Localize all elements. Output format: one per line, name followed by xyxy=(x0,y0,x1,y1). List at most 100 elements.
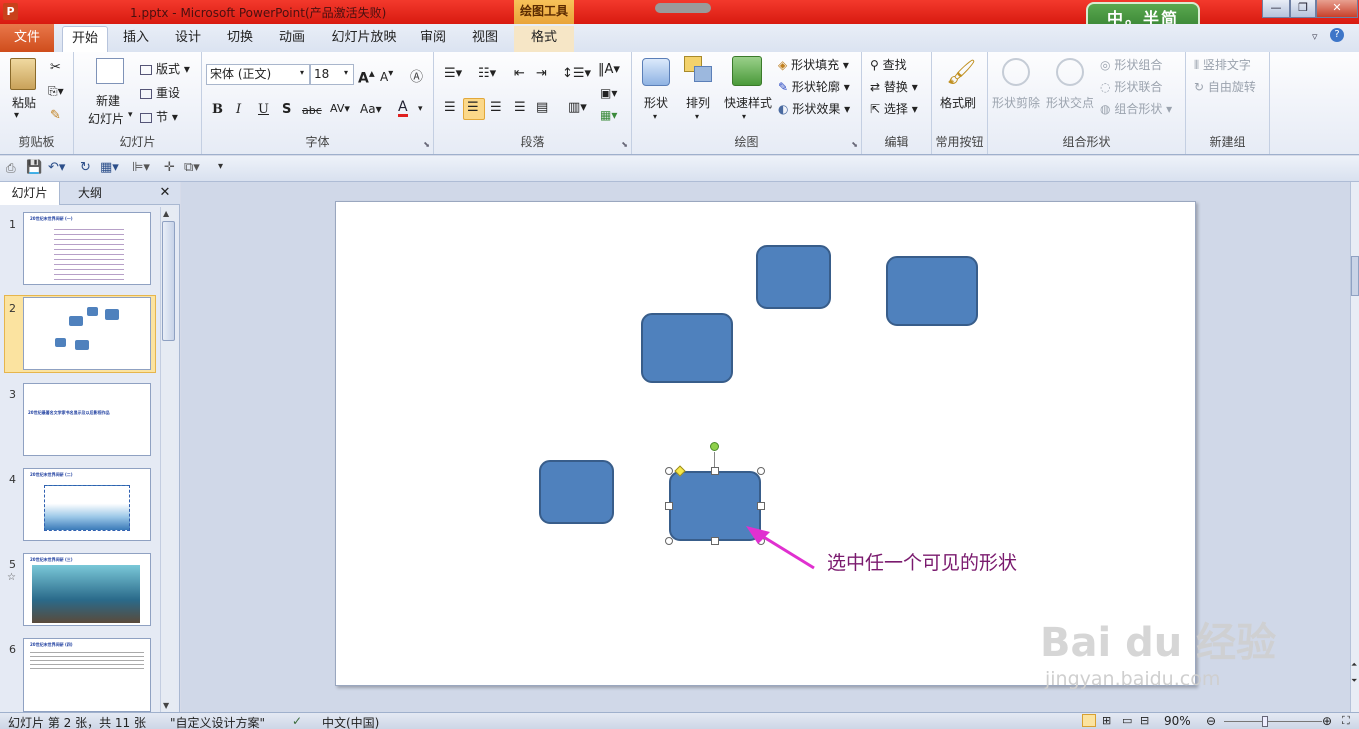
paste-button[interactable]: 粘贴 xyxy=(12,94,36,111)
align-right-icon[interactable]: ☰ xyxy=(490,100,502,115)
tab-outline-panel[interactable]: 大纲 xyxy=(60,182,120,205)
next-slide-icon[interactable]: ⏷ xyxy=(1351,676,1357,686)
align-left-icon[interactable]: ☰ xyxy=(444,100,456,115)
decrease-indent-icon[interactable]: ⇤ xyxy=(514,66,525,81)
clear-format-icon[interactable]: Ⓐ xyxy=(410,66,423,85)
zoom-level[interactable]: 90% xyxy=(1164,714,1191,728)
panel-scrollbar[interactable]: ▲ ▼ xyxy=(160,207,176,712)
restore-button[interactable]: ❐ xyxy=(1290,0,1316,18)
combine-shapes-button[interactable]: ◍ 组合形状 ▾ xyxy=(1100,100,1172,117)
tab-view[interactable]: 视图 xyxy=(464,26,506,52)
tab-slideshow[interactable]: 幻灯片放映 xyxy=(326,26,402,52)
undo-icon[interactable]: ↶▾ xyxy=(48,160,65,175)
shrink-font-icon[interactable]: A▾ xyxy=(380,68,393,84)
close-button[interactable]: ✕ xyxy=(1316,0,1358,18)
paragraph-dialog-launcher-icon[interactable]: ⬊ xyxy=(621,140,628,149)
customize-qat-icon[interactable]: ▾ xyxy=(218,161,223,172)
language-indicator[interactable]: 中文(中国) xyxy=(322,714,379,729)
vertical-text-button[interactable]: ⫴ 竖排文字 xyxy=(1194,56,1251,73)
format-painter-button[interactable]: 格式刷 xyxy=(940,94,976,111)
resize-handle-e[interactable] xyxy=(757,502,765,510)
panel-scroll-thumb[interactable] xyxy=(162,221,175,341)
slide-thumbnail-1[interactable]: 20世纪末世界间研 (一) xyxy=(23,212,151,285)
resize-handle-ne[interactable] xyxy=(757,467,765,475)
slide-thumbnail-5[interactable]: 20世纪末世界间研 (三) xyxy=(23,553,151,626)
line-spacing-icon[interactable]: ↕☰▾ xyxy=(562,66,591,81)
strikethrough-icon[interactable]: abc xyxy=(302,104,322,117)
arrange-button[interactable]: 排列 xyxy=(686,94,710,111)
minimize-button[interactable]: — xyxy=(1262,0,1290,18)
select-button[interactable]: ⇱ 选择 ▾ xyxy=(870,100,918,117)
resize-handle-nw[interactable] xyxy=(665,467,673,475)
help-icon[interactable]: ? xyxy=(1330,28,1344,42)
slide-vertical-scrollbar[interactable]: ⏶ ⏷ xyxy=(1350,182,1359,712)
slide-thumbnail-3[interactable]: 20世纪最著名文学家书名显示及以后影视作品 xyxy=(23,383,151,456)
tab-home[interactable]: 开始 xyxy=(62,26,108,52)
replace-button[interactable]: ⇄ 替换 ▾ xyxy=(870,78,918,95)
format-painter-small-icon[interactable]: ✎ xyxy=(50,108,61,123)
auto-rotate-button[interactable]: ↻ 自由旋转 xyxy=(1194,78,1256,95)
resize-handle-s[interactable] xyxy=(711,537,719,545)
shapes-button[interactable]: 形状 xyxy=(644,94,668,111)
slide-thumbnail-6[interactable]: 20世纪末世界间研 (四) xyxy=(23,638,151,712)
save-icon[interactable]: 💾 xyxy=(26,160,42,175)
tab-slides-panel[interactable]: 幻灯片 xyxy=(0,182,60,205)
group-objects-icon[interactable]: ⧉▾ xyxy=(184,160,200,175)
fit-to-window-icon[interactable]: ⛶ xyxy=(1342,714,1350,728)
rounded-rectangle-shape[interactable] xyxy=(539,460,614,524)
new-slide-button-line2[interactable]: 幻灯片 xyxy=(88,110,124,127)
bullets-icon[interactable]: ☰▾ xyxy=(444,66,462,81)
copy-icon[interactable]: ⎘▾ xyxy=(48,84,64,99)
tab-transitions[interactable]: 切换 xyxy=(218,26,262,52)
layout-button[interactable]: 版式 ▾ xyxy=(140,60,190,77)
section-button[interactable]: 节 ▾ xyxy=(140,108,178,125)
align-text-icon[interactable]: ▣▾ xyxy=(600,86,617,100)
rounded-rectangle-shape[interactable] xyxy=(756,245,831,309)
powerpoint-app-icon[interactable]: P xyxy=(3,3,18,20)
increase-indent-icon[interactable]: ⇥ xyxy=(536,66,547,81)
change-case-icon[interactable]: Aa▾ xyxy=(360,102,382,116)
shadow-icon[interactable]: S xyxy=(282,102,291,117)
zoom-slider-thumb[interactable] xyxy=(1262,716,1268,727)
shape-combine-button[interactable]: ◌ 形状联合 xyxy=(1100,78,1162,95)
bold-icon[interactable]: B xyxy=(212,102,223,117)
tab-review[interactable]: 审阅 xyxy=(412,26,454,52)
drawing-dialog-launcher-icon[interactable]: ⬊ xyxy=(851,140,858,149)
resize-handle-w[interactable] xyxy=(665,502,673,510)
slideshow-view-icon[interactable]: ⊟ xyxy=(1140,714,1149,727)
shape-effects-button[interactable]: ◐ 形状效果 ▾ xyxy=(778,100,850,117)
slide-thumbnail-4[interactable]: 20世纪末世界间研 (二) xyxy=(23,468,151,541)
slide-thumbnail-2[interactable] xyxy=(23,297,151,370)
find-button[interactable]: ⚲ 查找 xyxy=(870,56,907,73)
quick-styles-button[interactable]: 快速样式 xyxy=(724,94,772,111)
resize-handle-sw[interactable] xyxy=(665,537,673,545)
print-preview-icon[interactable]: ⎙ xyxy=(6,161,16,176)
tab-animations[interactable]: 动画 xyxy=(270,26,314,52)
new-slide-button-line1[interactable]: 新建 xyxy=(96,92,120,109)
shape-outline-button[interactable]: ✎ 形状轮廓 ▾ xyxy=(778,78,850,95)
zoom-slider-track[interactable] xyxy=(1224,721,1322,722)
tab-insert[interactable]: 插入 xyxy=(114,26,158,52)
distribute-objects-icon[interactable]: ✛ xyxy=(164,160,175,175)
cut-icon[interactable]: ✂ xyxy=(50,60,61,75)
font-name-select[interactable]: 宋体 (正文) xyxy=(206,64,310,85)
numbering-icon[interactable]: ☷▾ xyxy=(478,66,496,81)
reset-button[interactable]: 重设 xyxy=(140,84,180,101)
distribute-icon[interactable]: ▤ xyxy=(536,100,548,115)
tab-design[interactable]: 设计 xyxy=(166,26,210,52)
smartart-icon[interactable]: ▦▾ xyxy=(600,108,617,122)
align-objects-icon[interactable]: ⊫▾ xyxy=(132,160,150,175)
char-spacing-icon[interactable]: AV▾ xyxy=(330,102,350,115)
zoom-out-icon[interactable]: ⊖ xyxy=(1206,714,1216,728)
rounded-rectangle-shape[interactable] xyxy=(886,256,978,326)
shape-intersect-button[interactable]: 形状交点 xyxy=(1046,94,1094,111)
font-color-icon[interactable]: A xyxy=(398,100,408,117)
zoom-in-icon[interactable]: ⊕ xyxy=(1322,714,1332,728)
prev-slide-icon[interactable]: ⏶ xyxy=(1351,660,1357,670)
spell-check-icon[interactable]: ✓ xyxy=(292,714,302,728)
close-panel-icon[interactable]: ✕ xyxy=(154,182,176,205)
font-dialog-launcher-icon[interactable]: ⬊ xyxy=(423,140,430,149)
slide-scroll-thumb[interactable] xyxy=(1351,256,1359,296)
columns-icon[interactable]: ▥▾ xyxy=(568,100,587,115)
minimize-ribbon-icon[interactable]: ▿ xyxy=(1312,30,1318,43)
